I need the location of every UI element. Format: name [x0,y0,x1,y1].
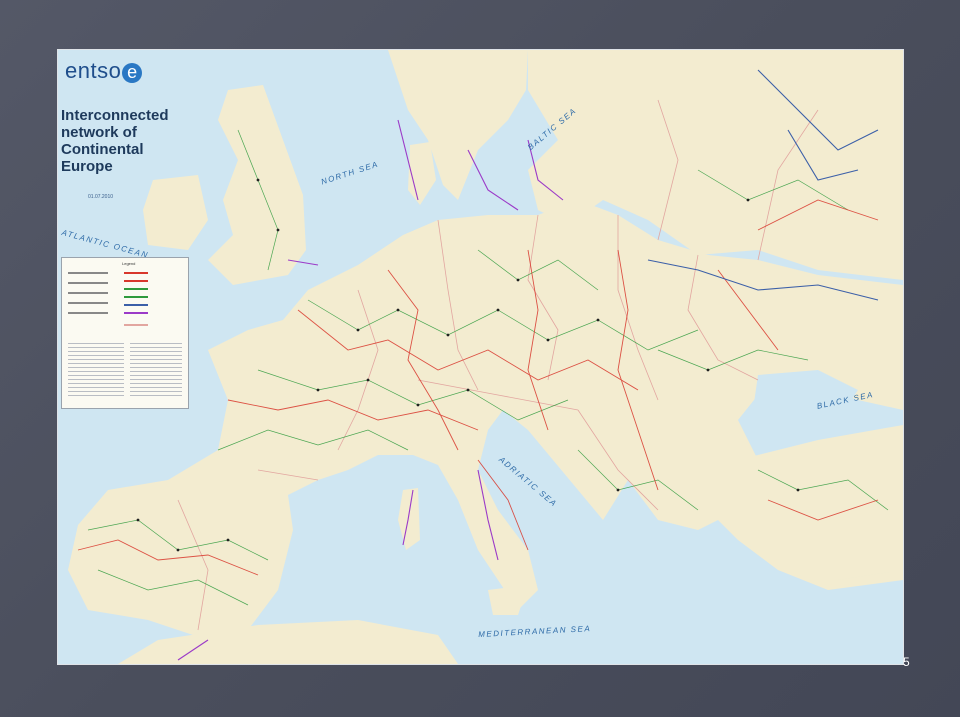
legend-swatch-dc [124,312,148,314]
logo-e-mark: e [122,63,143,83]
legend-symbol-row-5 [68,312,108,314]
map-date: 01.07.2010 [88,194,114,200]
legend-title: Legend [122,261,136,266]
title-line-4: Europe [61,158,113,175]
entsoe-logo: entso e [65,58,143,84]
map-legend: Legend [61,257,189,409]
title-line-1: Interconnected [61,107,169,124]
legend-swatch-220kv [124,288,148,290]
legend-swatch-400kv [124,272,148,274]
legend-swatch-border [124,324,148,326]
legend-symbol-row-1 [68,272,108,274]
logo-text: entso [65,58,122,83]
slide-page-number: 5 [903,655,910,669]
legend-symbol-row-4 [68,302,108,304]
legend-swatch-220kv-2 [124,296,148,298]
legend-table-block [130,340,182,396]
legend-symbol-row-2 [68,282,108,284]
map-title: Interconnected network of Continental Eu… [61,107,181,175]
title-line-3: Continental [61,141,144,158]
legend-swatch-400kv-2 [124,280,148,282]
legend-swatch-750kv [124,304,148,306]
legend-symbol-row-3 [68,292,108,294]
title-line-2: network of [61,124,137,141]
legend-notes-block [68,340,124,396]
europe-grid-map: entso e Interconnected network of Contine… [58,50,903,664]
